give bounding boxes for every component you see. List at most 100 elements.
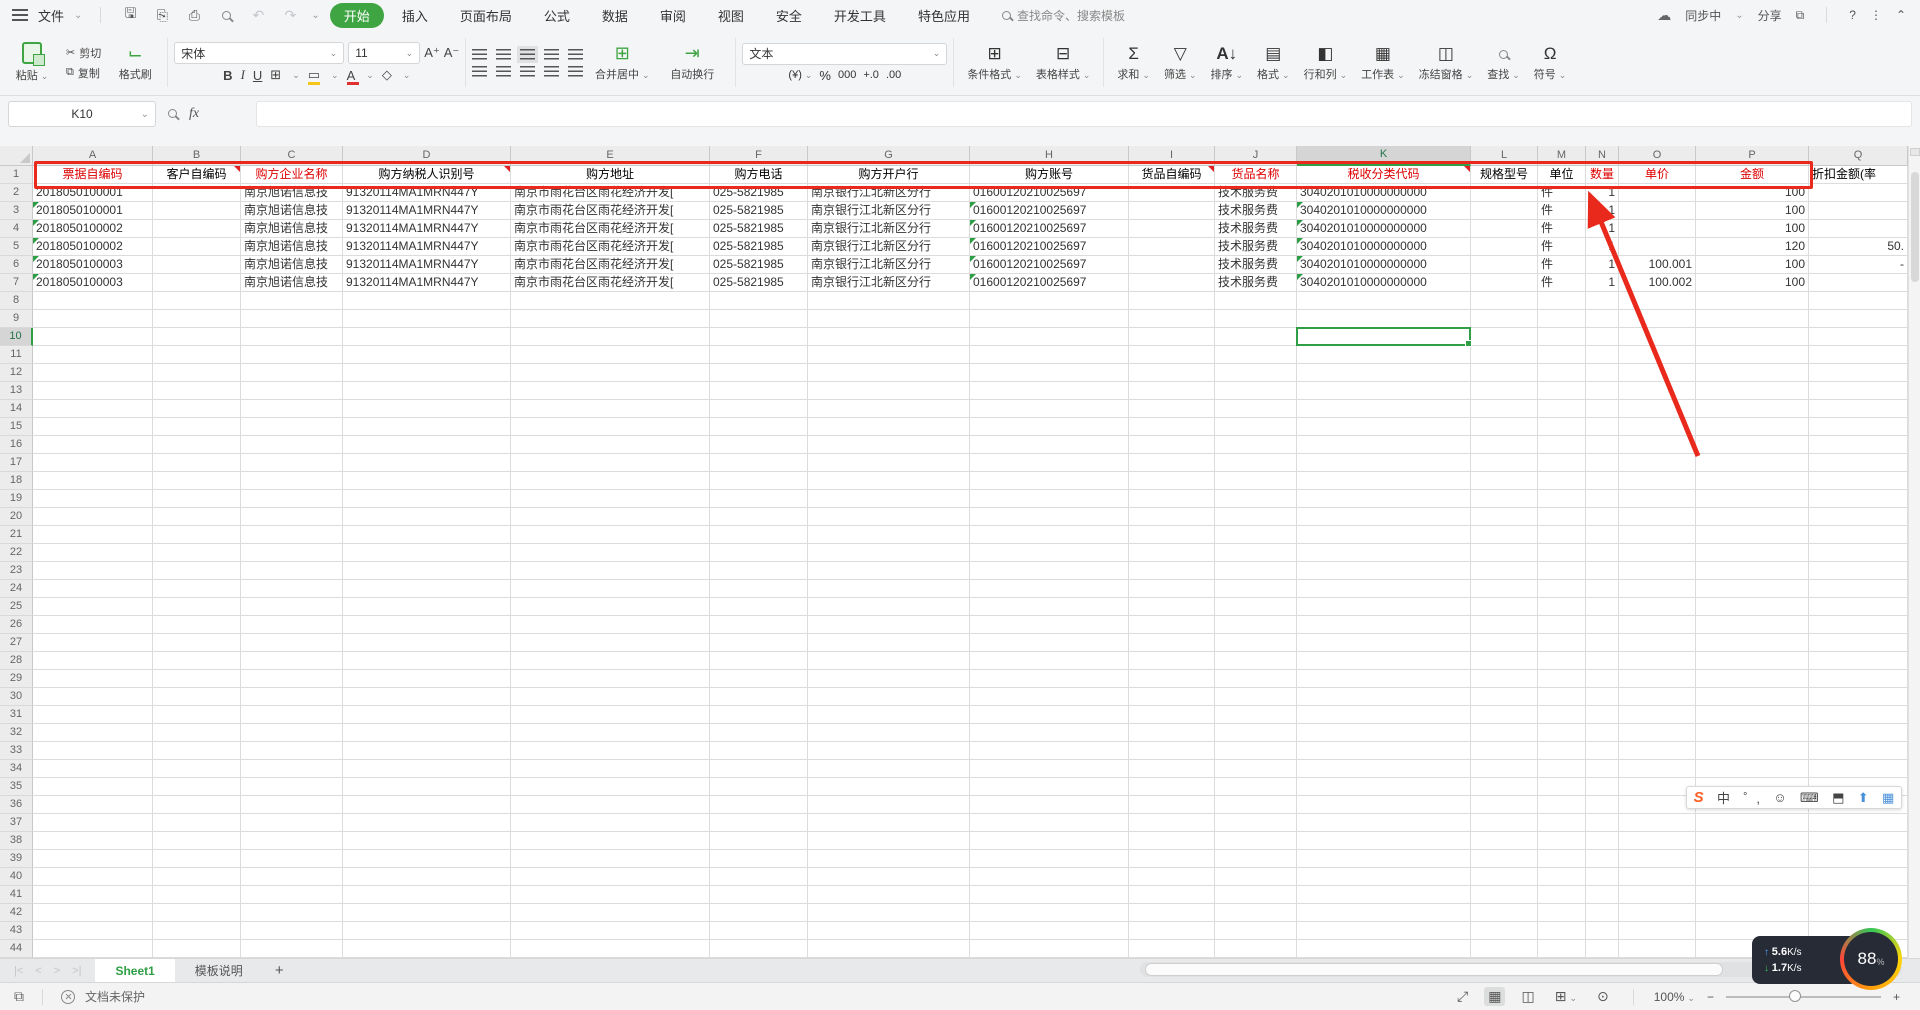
- copy-button[interactable]: ⧉ 复制: [66, 65, 101, 81]
- cell-I7[interactable]: [1129, 274, 1215, 292]
- align-left-icon[interactable]: [472, 65, 488, 77]
- cell-J27[interactable]: [1215, 634, 1297, 652]
- cell-L22[interactable]: [1471, 544, 1538, 562]
- cell-M42[interactable]: [1538, 904, 1586, 922]
- cell-L19[interactable]: [1471, 490, 1538, 508]
- cell-K28[interactable]: [1297, 652, 1471, 670]
- cell-I18[interactable]: [1129, 472, 1215, 490]
- cell-I29[interactable]: [1129, 670, 1215, 688]
- cell-O29[interactable]: [1619, 670, 1696, 688]
- cell-E3[interactable]: 南京市雨花台区雨花经济开发[: [511, 202, 710, 220]
- cell-C29[interactable]: [241, 670, 343, 688]
- cell-I25[interactable]: [1129, 598, 1215, 616]
- cell-A15[interactable]: [33, 418, 153, 436]
- cell-G35[interactable]: [808, 778, 970, 796]
- cell-O11[interactable]: [1619, 346, 1696, 364]
- cell-K43[interactable]: [1297, 922, 1471, 940]
- cell-M25[interactable]: [1538, 598, 1586, 616]
- cell-A1[interactable]: 票据自编码: [33, 166, 153, 184]
- cell-K22[interactable]: [1297, 544, 1471, 562]
- 符号-button[interactable]: Ω 符号 ⌄: [1527, 44, 1574, 82]
- cell-E31[interactable]: [511, 706, 710, 724]
- cell-D25[interactable]: [343, 598, 511, 616]
- cell-B18[interactable]: [153, 472, 241, 490]
- fill-color-icon[interactable]: ▭: [307, 67, 321, 85]
- align-top-icon[interactable]: [472, 48, 488, 60]
- cell-I21[interactable]: [1129, 526, 1215, 544]
- cell-J32[interactable]: [1215, 724, 1297, 742]
- cell-Q16[interactable]: [1809, 436, 1908, 454]
- cell-H29[interactable]: [970, 670, 1129, 688]
- row-number-25[interactable]: 25: [0, 598, 33, 616]
- cell-A42[interactable]: [33, 904, 153, 922]
- cell-G8[interactable]: [808, 292, 970, 310]
- cell-N26[interactable]: [1586, 616, 1619, 634]
- column-header-K[interactable]: K: [1297, 146, 1471, 166]
- underline-button[interactable]: U: [253, 68, 262, 83]
- cell-M5[interactable]: 件: [1538, 238, 1586, 256]
- cell-A37[interactable]: [33, 814, 153, 832]
- cell-G4[interactable]: 南京银行江北新区分行: [808, 220, 970, 238]
- cell-E33[interactable]: [511, 742, 710, 760]
- cell-N5[interactable]: 1: [1586, 238, 1619, 256]
- cell-O40[interactable]: [1619, 868, 1696, 886]
- cell-A44[interactable]: [33, 940, 153, 958]
- italic-button[interactable]: I: [241, 67, 245, 83]
- cell-J19[interactable]: [1215, 490, 1297, 508]
- cell-O15[interactable]: [1619, 418, 1696, 436]
- cell-C3[interactable]: 南京旭诺信息技: [241, 202, 343, 220]
- cell-H15[interactable]: [970, 418, 1129, 436]
- cell-A21[interactable]: [33, 526, 153, 544]
- cell-P27[interactable]: [1696, 634, 1809, 652]
- cell-I9[interactable]: [1129, 310, 1215, 328]
- cell-A32[interactable]: [33, 724, 153, 742]
- cell-C8[interactable]: [241, 292, 343, 310]
- cell-I32[interactable]: [1129, 724, 1215, 742]
- cell-P9[interactable]: [1696, 310, 1809, 328]
- cell-H34[interactable]: [970, 760, 1129, 778]
- cell-E7[interactable]: 南京市雨花台区雨花经济开发[: [511, 274, 710, 292]
- row-number-19[interactable]: 19: [0, 490, 33, 508]
- cell-M29[interactable]: [1538, 670, 1586, 688]
- justify-icon[interactable]: [544, 65, 560, 77]
- cell-K13[interactable]: [1297, 382, 1471, 400]
- cell-B31[interactable]: [153, 706, 241, 724]
- cell-D4[interactable]: 91320114MA1MRN447Y: [343, 220, 511, 238]
- column-header-G[interactable]: G: [808, 146, 970, 166]
- row-number-24[interactable]: 24: [0, 580, 33, 598]
- cell-C2[interactable]: 南京旭诺信息技: [241, 184, 343, 202]
- cell-M37[interactable]: [1538, 814, 1586, 832]
- cell-A17[interactable]: [33, 454, 153, 472]
- cell-D35[interactable]: [343, 778, 511, 796]
- cell-H9[interactable]: [970, 310, 1129, 328]
- cell-I1[interactable]: 货品自编码: [1129, 166, 1215, 184]
- cell-M8[interactable]: [1538, 292, 1586, 310]
- cell-L39[interactable]: [1471, 850, 1538, 868]
- cell-F43[interactable]: [710, 922, 808, 940]
- cell-M40[interactable]: [1538, 868, 1586, 886]
- cell-P17[interactable]: [1696, 454, 1809, 472]
- command-search[interactable]: 查找命令、搜索模板: [1001, 7, 1125, 24]
- cell-N4[interactable]: 1: [1586, 220, 1619, 238]
- last-sheet-icon[interactable]: >|: [72, 965, 81, 977]
- cell-O24[interactable]: [1619, 580, 1696, 598]
- cell-K3[interactable]: 3040201010000000000: [1297, 202, 1471, 220]
- increase-decimal-icon[interactable]: +.0: [863, 69, 879, 81]
- cell-H44[interactable]: [970, 940, 1129, 958]
- cell-M13[interactable]: [1538, 382, 1586, 400]
- cell-O12[interactable]: [1619, 364, 1696, 382]
- cell-A41[interactable]: [33, 886, 153, 904]
- row-number-18[interactable]: 18: [0, 472, 33, 490]
- cell-N9[interactable]: [1586, 310, 1619, 328]
- increase-font-icon[interactable]: A⁺: [424, 45, 440, 61]
- cell-J22[interactable]: [1215, 544, 1297, 562]
- cell-F32[interactable]: [710, 724, 808, 742]
- cell-O42[interactable]: [1619, 904, 1696, 922]
- cell-E1[interactable]: 购方地址: [511, 166, 710, 184]
- cell-M34[interactable]: [1538, 760, 1586, 778]
- font-color-icon[interactable]: A: [346, 68, 359, 85]
- cell-P21[interactable]: [1696, 526, 1809, 544]
- cell-H14[interactable]: [970, 400, 1129, 418]
- cell-L36[interactable]: [1471, 796, 1538, 814]
- align-middle-icon[interactable]: [496, 48, 512, 60]
